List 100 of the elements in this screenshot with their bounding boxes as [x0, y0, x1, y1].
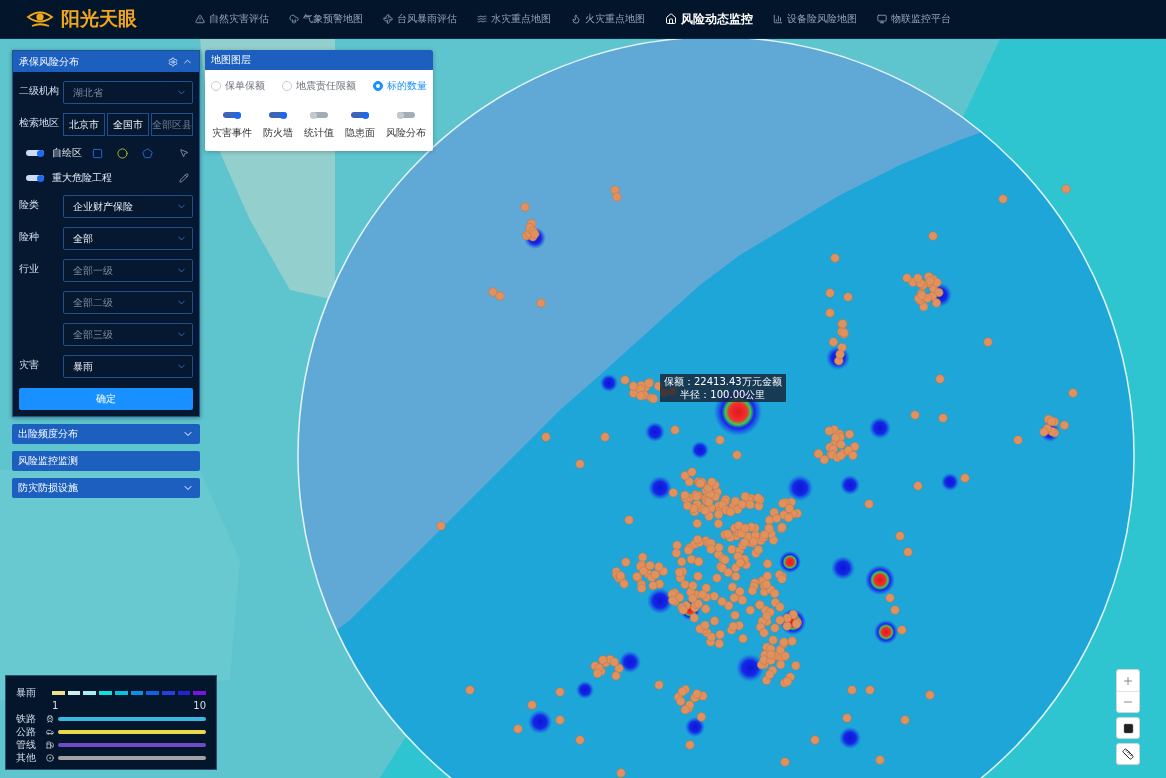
risk-marker [864, 499, 874, 509]
heat-spot [736, 654, 764, 682]
pencil-icon[interactable] [179, 173, 189, 183]
select-field[interactable]: 全部二级 [63, 291, 193, 314]
risk-marker [875, 755, 885, 765]
region-button[interactable]: 全国市 [107, 113, 149, 136]
risk-marker [983, 337, 993, 347]
layers-button[interactable] [1116, 717, 1140, 739]
nav-tab[interactable]: 设备险风险地图 [773, 12, 857, 26]
marker-cluster [813, 425, 860, 465]
toggle-switch[interactable] [223, 112, 242, 118]
fuel-pump-icon [46, 740, 54, 749]
nav-tab[interactable]: 火灾重点地图 [571, 12, 645, 26]
risk-marker [830, 253, 840, 263]
toggle-label: 防火墙 [263, 126, 294, 140]
risk-marker [843, 292, 853, 302]
logo-text: 阳光天眼 [61, 6, 137, 31]
fan-icon [383, 14, 393, 24]
select-field[interactable]: 湖北省 [63, 81, 193, 104]
nav-tab[interactable]: 台风暴雨评估 [383, 12, 457, 26]
heat-spot [840, 475, 860, 495]
toggle-switch[interactable] [269, 112, 288, 118]
field-label: 二级机构 [19, 84, 59, 98]
nav-tab[interactable]: 气象预警地图 [289, 12, 363, 26]
pointer-icon[interactable] [179, 148, 189, 158]
legend-label: 公路 [16, 724, 37, 739]
toggle-switch[interactable] [350, 112, 369, 118]
risk-marker [900, 715, 910, 725]
risk-marker [902, 273, 912, 283]
field-label: 险类 [19, 198, 40, 212]
select-field[interactable]: 暴雨 [63, 355, 193, 378]
risk-marker [842, 713, 852, 723]
radio-option[interactable]: 地震责任限额 [282, 79, 356, 93]
toggle-label: 隐患面 [344, 126, 375, 140]
risk-marker [575, 459, 585, 469]
nav-tab[interactable]: 自然灾害评估 [195, 12, 269, 26]
toggle-switch[interactable] [396, 112, 415, 118]
field-label: 检索地区 [19, 116, 59, 130]
select-field[interactable]: 企业财产保险 [63, 195, 193, 218]
risk-marker [541, 432, 551, 442]
radio-option[interactable]: 保单保额 [211, 79, 265, 93]
field-label: 行业 [19, 262, 40, 276]
waves-icon [477, 14, 487, 24]
risk-marker [847, 685, 857, 695]
warning-icon [195, 14, 205, 24]
risk-marker [1061, 184, 1071, 194]
risk-marker [885, 593, 895, 603]
dot-icon [46, 753, 54, 762]
square-tool-icon[interactable] [92, 147, 103, 159]
car-icon [46, 727, 54, 736]
risk-marker [488, 287, 498, 297]
accordion-header[interactable]: 防灾防损设施 [12, 478, 200, 498]
heat-spot [869, 417, 891, 439]
risk-marker [527, 700, 537, 710]
select-field[interactable]: 全部一级 [63, 259, 193, 282]
settings-icon[interactable] [168, 56, 178, 67]
nav-tab[interactable]: 风险动态监控 [665, 10, 753, 28]
monitor-icon [877, 14, 887, 24]
heat-spot [779, 551, 801, 573]
risk-marker [1068, 388, 1078, 398]
risk-marker [998, 194, 1008, 204]
risk-marker [1039, 427, 1049, 437]
risk-marker [913, 481, 923, 491]
legend-label: 管线 [16, 737, 37, 752]
select-field[interactable]: 全部 [63, 227, 193, 250]
heat-spot [648, 476, 672, 500]
accordion-header[interactable]: 风险监控监测 [12, 451, 200, 471]
risk-marker [598, 655, 608, 665]
legend-label: 其他 [16, 750, 37, 765]
toggle-switch[interactable] [26, 175, 44, 181]
risk-marker [825, 308, 835, 318]
risk-marker [825, 288, 835, 298]
toggle-switch[interactable] [310, 112, 328, 118]
nav-tab[interactable]: 物联监控平台 [877, 12, 951, 26]
region-button[interactable]: 北京市 [63, 113, 105, 136]
measure-button[interactable] [1116, 743, 1140, 765]
square-icon [1122, 722, 1134, 734]
risk-marker [732, 450, 742, 460]
flame-icon [571, 14, 581, 24]
toggle-switch[interactable] [26, 150, 44, 156]
toggle-label: 统计值 [304, 126, 334, 140]
risk-marker [865, 685, 875, 695]
heat-spot [528, 710, 552, 734]
heat-spot [839, 727, 861, 749]
risk-marker [555, 715, 565, 725]
nav-tab[interactable]: 水灾重点地图 [477, 12, 551, 26]
circle-tool-icon[interactable] [117, 147, 128, 159]
eye-logo-icon [25, 9, 55, 29]
risk-marker [612, 192, 622, 202]
tooltip-text: 保额：22413.43万元金额 [664, 375, 782, 388]
heat-spot [647, 588, 673, 614]
accordion-header[interactable]: 出险频度分布 [12, 424, 200, 444]
select-field[interactable]: 全部三级 [63, 323, 193, 346]
heat-spot [600, 374, 618, 392]
bar-chart-icon [773, 14, 783, 24]
marker-cluster [908, 272, 944, 312]
toggle-label: 自绘区 [52, 146, 82, 160]
scale-value: 1 [52, 700, 59, 711]
pentagon-tool-icon[interactable] [142, 147, 153, 159]
risk-marker [903, 547, 913, 557]
